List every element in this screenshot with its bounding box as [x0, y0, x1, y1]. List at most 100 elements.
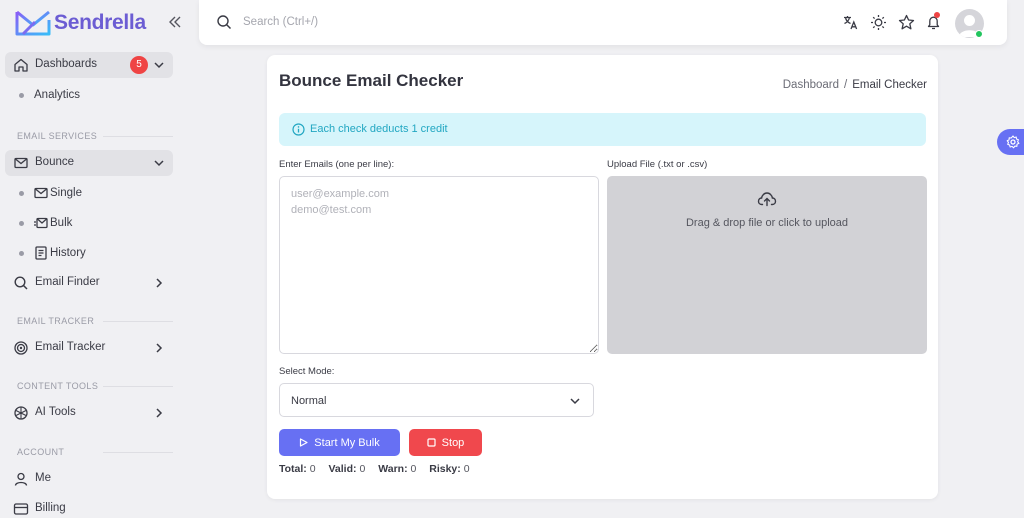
- chevron-down-icon: [570, 398, 580, 405]
- emails-textarea[interactable]: [279, 176, 599, 354]
- sidebar-item-bounce[interactable]: Bounce: [5, 150, 173, 176]
- breadcrumb-link-dashboard[interactable]: Dashboard: [783, 79, 839, 91]
- stat-valid: Valid: 0: [329, 463, 366, 475]
- target-icon: [14, 341, 28, 355]
- stop-button-label: Stop: [441, 436, 465, 449]
- chevron-right-icon: [156, 278, 163, 288]
- mail-fast-icon: [34, 217, 48, 229]
- sidebar-item-ai-tools[interactable]: AI Tools: [5, 400, 173, 426]
- chevron-right-icon: [156, 408, 163, 418]
- stop-button[interactable]: Stop: [409, 429, 482, 456]
- search-icon: [14, 276, 28, 290]
- mail-icon: [34, 187, 48, 199]
- home-icon: [14, 58, 28, 72]
- online-status-dot: [975, 30, 983, 38]
- breadcrumb-current: Email Checker: [852, 79, 927, 91]
- sidebar-item-label: Email Tracker: [35, 341, 106, 353]
- section-divider: [103, 321, 173, 322]
- gear-icon: [1006, 135, 1020, 149]
- sidebar-item-history[interactable]: History: [5, 242, 173, 264]
- start-bulk-button[interactable]: Start My Bulk: [279, 429, 400, 456]
- emails-label: Enter Emails (one per line):: [279, 159, 395, 170]
- stat-value: 0: [410, 463, 417, 475]
- bounce-checker-card: Bounce Email Checker Dashboard / Email Che…: [267, 55, 938, 499]
- file-dropzone[interactable]: Drag & drop file or click to upload: [607, 176, 927, 354]
- bullet-dot: [19, 251, 24, 256]
- sidebar-item-label: Bulk: [50, 217, 73, 229]
- sidebar-item-label: Single: [50, 187, 82, 199]
- stat-label: Warn:: [378, 463, 408, 475]
- stop-icon: [427, 438, 436, 447]
- stat-label: Risky:: [429, 463, 461, 475]
- search-input[interactable]: [243, 13, 463, 31]
- bullet-dot: [19, 191, 24, 196]
- collapse-sidebar-icon[interactable]: [167, 14, 183, 30]
- section-divider: [103, 452, 173, 453]
- stat-warn: Warn: 0: [378, 463, 416, 475]
- chevron-down-icon: [154, 62, 164, 69]
- stat-total: Total: 0: [279, 463, 316, 475]
- alert-text: Each check deducts 1 credit: [310, 123, 448, 135]
- sidebar-item-single[interactable]: Single: [5, 182, 173, 204]
- play-icon: [300, 438, 308, 447]
- breadcrumb-separator: /: [844, 79, 848, 91]
- sidebar-item-me[interactable]: Me: [5, 466, 173, 492]
- stat-value: 0: [463, 463, 470, 475]
- section-title-email-tracker: EMAIL TRACKER: [17, 316, 95, 326]
- sidebar-item-billing[interactable]: Billing: [5, 496, 173, 518]
- cloud-upload-icon: [757, 192, 777, 207]
- sidebar-item-email-finder[interactable]: Email Finder: [5, 270, 173, 296]
- user-icon: [14, 472, 28, 486]
- mode-label: Select Mode:: [279, 366, 335, 377]
- sidebar-item-label: Dashboards: [35, 58, 98, 70]
- sidebar-item-label: Analytics: [34, 89, 81, 101]
- sidebar-item-dashboards[interactable]: Dashboards 5: [5, 52, 173, 78]
- sidebar-item-email-tracker[interactable]: Email Tracker: [5, 335, 173, 361]
- stat-value: 0: [359, 463, 366, 475]
- start-bulk-button-label: Start My Bulk: [314, 436, 380, 449]
- sidebar-item-label: Email Finder: [35, 276, 100, 288]
- bullet-dot: [19, 93, 24, 98]
- sidebar-item-label: Billing: [35, 502, 66, 514]
- page-title: Bounce Email Checker: [279, 71, 464, 90]
- credit-card-icon: [13, 503, 29, 515]
- chevron-right-icon: [156, 343, 163, 353]
- stat-value: 0: [309, 463, 316, 475]
- upload-label: Upload File (.txt or .csv): [607, 159, 708, 170]
- breadcrumb: Dashboard / Email Checker: [783, 79, 927, 91]
- stat-risky: Risky: 0: [429, 463, 469, 475]
- stats-summary: Total: 0 Valid: 0 Warn: 0 Risky: 0: [279, 463, 480, 475]
- section-divider: [103, 136, 173, 137]
- translate-icon[interactable]: [842, 14, 859, 31]
- notification-badge: 5: [130, 56, 148, 74]
- ai-brain-icon: [14, 406, 28, 420]
- bullet-dot: [19, 221, 24, 226]
- logo-icon: [15, 10, 51, 36]
- search-icon[interactable]: [216, 14, 232, 30]
- credit-info-alert: Each check deducts 1 credit: [279, 113, 926, 146]
- section-title-content-tools: CONTENT TOOLS: [17, 381, 99, 391]
- section-divider: [103, 386, 173, 387]
- settings-customizer-button[interactable]: [997, 129, 1024, 155]
- info-icon: [292, 123, 305, 136]
- notification-dot: [934, 12, 940, 18]
- chevron-down-icon: [154, 160, 164, 167]
- sidebar-item-label: Me: [35, 472, 51, 484]
- section-title-account: ACCOUNT: [17, 447, 65, 457]
- sun-icon[interactable]: [870, 14, 887, 31]
- sidebar: Sendrella Dashboards 5 Analytics EMAIL S…: [0, 0, 186, 518]
- brand[interactable]: Sendrella: [14, 8, 146, 38]
- sidebar-item-label: AI Tools: [35, 406, 76, 418]
- stat-label: Valid:: [328, 463, 357, 475]
- sidebar-item-bulk[interactable]: Bulk: [5, 212, 173, 234]
- section-title-email-services: EMAIL SERVICES: [17, 131, 98, 141]
- sidebar-item-analytics[interactable]: Analytics: [5, 84, 173, 106]
- mode-select-value: Normal: [291, 395, 327, 407]
- star-icon[interactable]: [898, 14, 915, 31]
- brand-name: Sendrella: [54, 11, 146, 34]
- sidebar-item-label: Bounce: [35, 156, 75, 168]
- mode-select[interactable]: Normal: [279, 383, 594, 417]
- stat-label: Total:: [279, 463, 307, 475]
- dropzone-text: Drag & drop file or click to upload: [685, 217, 849, 229]
- mail-icon: [14, 157, 28, 169]
